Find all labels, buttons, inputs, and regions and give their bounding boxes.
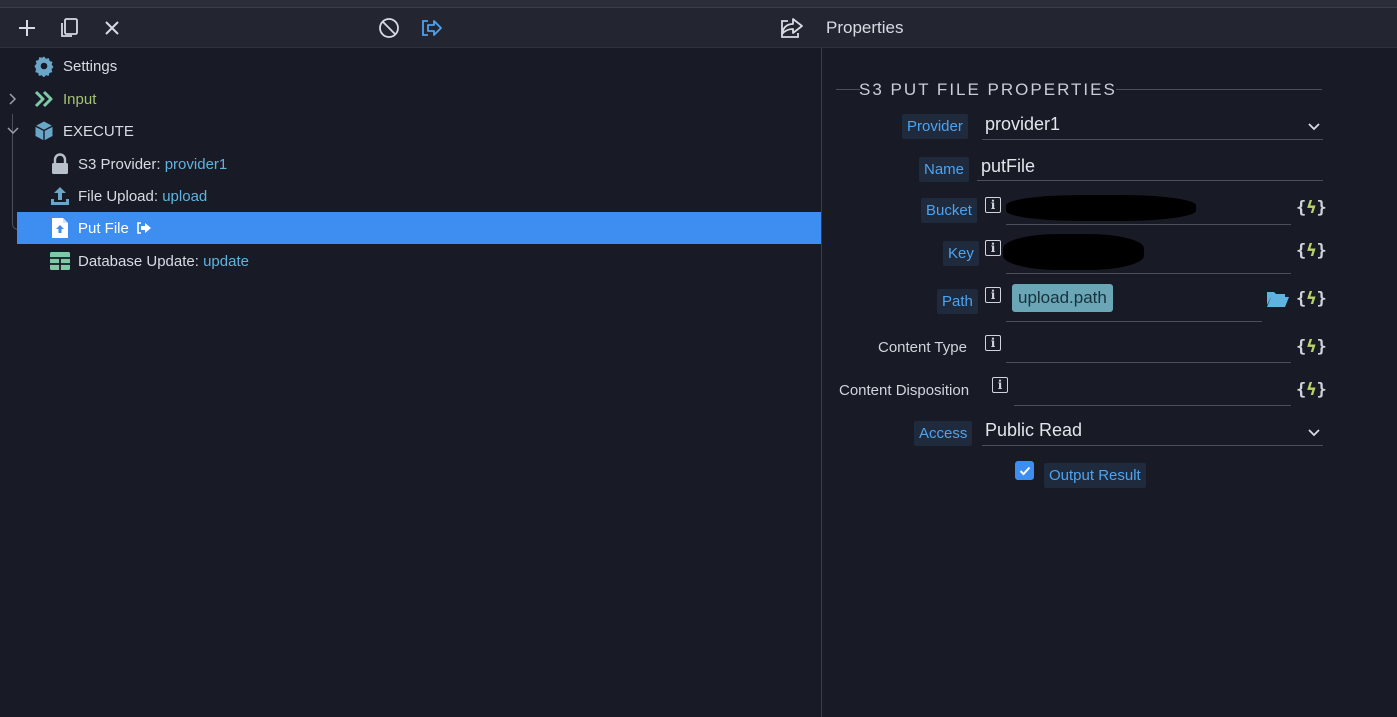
double-chevron-icon	[33, 88, 55, 110]
tree-item-label: Put File	[78, 219, 129, 237]
tree-item-label: File Upload: upload	[78, 187, 208, 205]
tree-item-label: Database Update: update	[78, 252, 249, 270]
content-type-dynamic-data-button[interactable]: {ϟ}	[1296, 337, 1327, 357]
disable-step-button[interactable]	[376, 15, 402, 41]
key-info-icon[interactable]: i	[985, 240, 1001, 256]
add-step-button[interactable]	[14, 15, 40, 41]
share-icon	[781, 18, 803, 38]
section-divider-left	[836, 89, 860, 90]
path-underline	[1006, 321, 1262, 322]
provider-value: provider1	[985, 114, 1061, 134]
lock-icon	[49, 153, 71, 175]
path-info-icon[interactable]: i	[985, 287, 1001, 303]
access-underline	[982, 445, 1323, 446]
content-disposition-label: Content Disposition	[839, 382, 970, 399]
access-label: Access	[914, 421, 973, 446]
section-divider-right	[1116, 89, 1322, 90]
copy-step-button[interactable]	[56, 15, 82, 41]
tree-item-value: update	[203, 252, 249, 270]
provider-label: Provider	[902, 114, 968, 139]
section-title: S3 PUT FILE PROPERTIES	[859, 80, 1117, 99]
tree-item-value: upload	[162, 187, 208, 205]
output-step-button[interactable]	[418, 15, 444, 41]
redacted-value	[1006, 195, 1196, 221]
cube-icon	[33, 120, 55, 142]
access-value: Public Read	[985, 420, 1083, 440]
tree-item-database-update[interactable]: Database Update: update	[0, 245, 821, 277]
tree-item-label: S3 Provider: provider1	[78, 155, 228, 173]
content-type-underline	[1006, 362, 1291, 363]
redacted-value	[1003, 234, 1144, 270]
close-icon	[105, 21, 119, 35]
content-disposition-dynamic-data-button[interactable]: {ϟ}	[1296, 380, 1327, 400]
properties-toolbar: Properties	[781, 8, 1397, 48]
checkmark-icon	[1019, 466, 1030, 475]
name-underline	[977, 180, 1323, 181]
tree-item-execute[interactable]: EXECUTE	[0, 115, 821, 147]
key-underline	[1006, 273, 1291, 274]
tree-item-settings[interactable]: Settings	[0, 50, 821, 82]
path-dynamic-data-button[interactable]: {ϟ}	[1296, 289, 1327, 309]
file-upload-icon	[49, 217, 71, 239]
share-button[interactable]	[777, 15, 807, 41]
ban-icon	[379, 18, 399, 38]
output-arrow-icon	[422, 20, 442, 36]
chevron-down-icon[interactable]	[6, 124, 20, 138]
delete-step-button[interactable]	[99, 15, 125, 41]
output-result-checkbox[interactable]	[1015, 461, 1034, 480]
content-type-label: Content Type	[878, 339, 967, 356]
content-disposition-underline	[1014, 405, 1291, 406]
properties-panel: Properties S3 PUT FILE PROPERTIES Provid…	[781, 8, 1397, 717]
steps-panel: Settings Input EXECUTE S3 Provider: prov…	[0, 8, 822, 717]
table-icon	[49, 250, 71, 272]
bucket-info-icon[interactable]: i	[985, 197, 1001, 213]
upload-icon	[49, 185, 71, 207]
chevron-down-icon	[1308, 429, 1320, 437]
output-arrow-icon	[135, 217, 153, 239]
copy-icon	[61, 18, 78, 37]
window-top-bar	[0, 0, 1397, 8]
tree-item-label: Input	[63, 90, 97, 108]
key-label: Key	[943, 241, 979, 266]
plus-icon	[19, 20, 35, 36]
chevron-right-icon[interactable]	[6, 92, 20, 106]
name-label: Name	[919, 157, 970, 182]
tree-item-input[interactable]: Input	[0, 83, 821, 115]
path-label: Path	[937, 289, 978, 314]
tree-item-label: EXECUTE	[63, 122, 134, 140]
bucket-dynamic-data-button[interactable]: {ϟ}	[1296, 198, 1327, 218]
folder-open-icon[interactable]	[1266, 290, 1290, 308]
gear-icon	[33, 55, 55, 77]
content-disposition-info-icon[interactable]: i	[992, 377, 1008, 393]
bucket-underline	[1006, 224, 1291, 225]
tree-item-put-file[interactable]: Put File	[17, 212, 821, 244]
tree-item-s3-provider[interactable]: S3 Provider: provider1	[0, 148, 821, 180]
chevron-down-icon	[1308, 123, 1320, 131]
tree-item-label: Settings	[63, 57, 118, 75]
path-binding-tag[interactable]: upload.path	[1012, 284, 1113, 312]
output-result-label[interactable]: Output Result	[1044, 463, 1146, 488]
tree-item-file-upload[interactable]: File Upload: upload	[0, 180, 821, 212]
tree-item-value: provider1	[164, 155, 228, 173]
name-value: putFile	[981, 156, 1036, 176]
steps-toolbar	[0, 8, 822, 48]
bucket-label: Bucket	[921, 198, 977, 223]
content-type-info-icon[interactable]: i	[985, 335, 1001, 351]
provider-underline	[982, 139, 1323, 140]
panel-title: Properties	[826, 18, 904, 37]
key-dynamic-data-button[interactable]: {ϟ}	[1296, 241, 1327, 261]
